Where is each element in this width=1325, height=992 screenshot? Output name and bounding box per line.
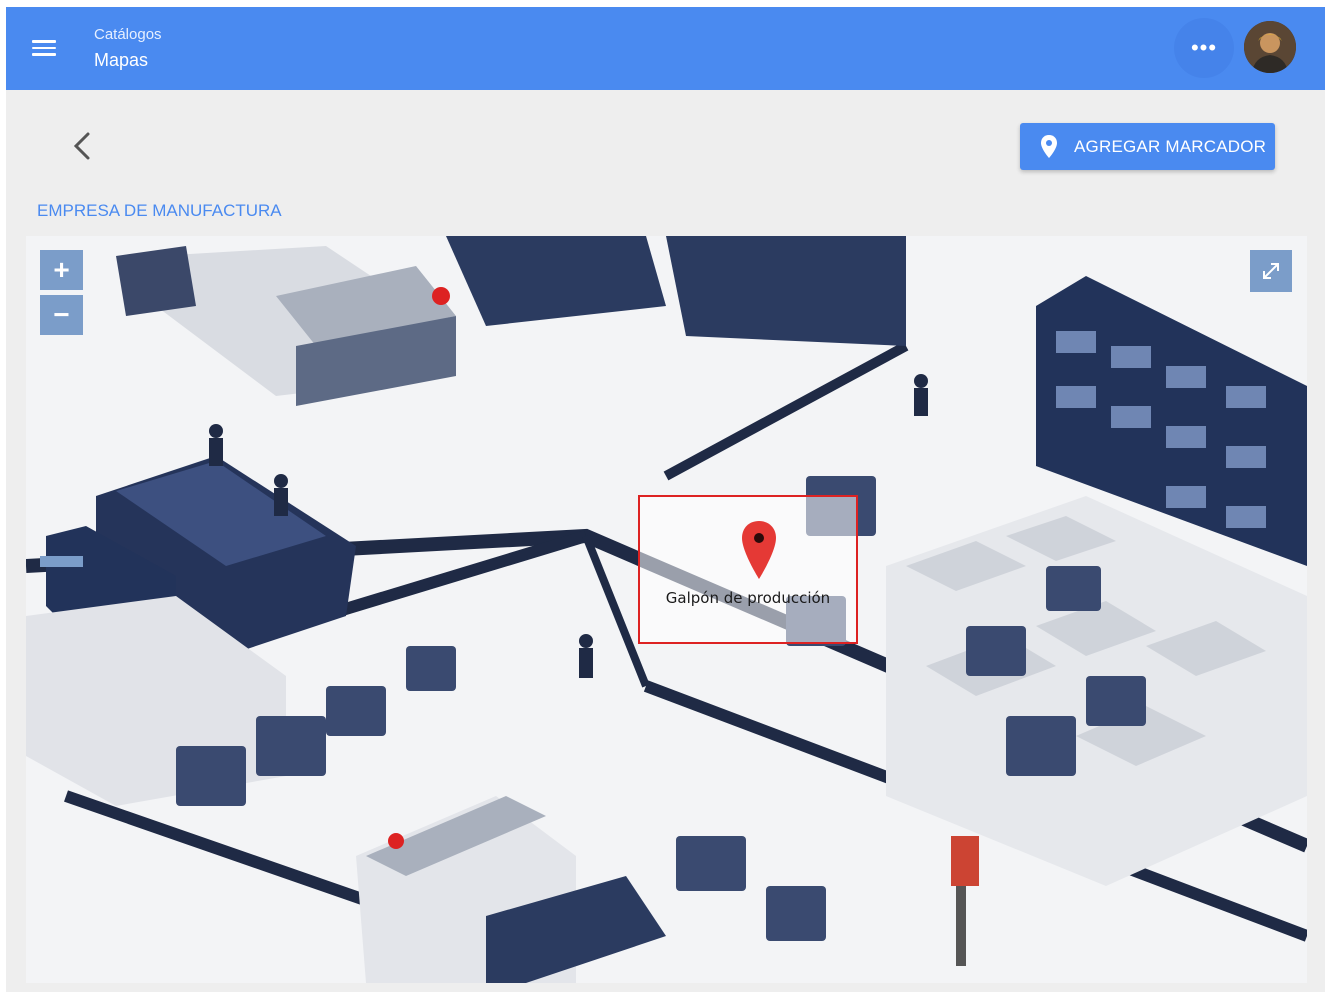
marker-highlight: Galpón de producción (638, 495, 858, 644)
add-marker-button[interactable]: AGREGAR MARCADOR (1020, 123, 1275, 170)
marker-pin-shape (742, 521, 776, 579)
avatar-image (1244, 21, 1296, 73)
user-avatar[interactable] (1244, 21, 1296, 73)
top-app-bar: Catálogos Mapas ••• (6, 7, 1325, 90)
zoom-out-button[interactable]: − (40, 295, 83, 335)
floor-plan-map[interactable]: + − Galpón de producción (26, 236, 1307, 983)
breadcrumb-parent[interactable]: Catálogos (94, 26, 162, 43)
chevron-left-icon (73, 132, 90, 160)
company-name: EMPRESA DE MANUFACTURA (37, 201, 282, 220)
hamburger-menu-icon[interactable] (32, 33, 64, 63)
add-marker-label: AGREGAR MARCADOR (1074, 136, 1267, 156)
more-options-button[interactable]: ••• (1174, 18, 1234, 78)
map-marker-label[interactable]: Galpón de producción (640, 589, 856, 607)
fullscreen-button[interactable] (1250, 250, 1292, 292)
expand-icon (1263, 263, 1279, 279)
app-frame: Catálogos Mapas ••• AGREGAR MARCADOR EMP… (6, 7, 1325, 992)
back-button[interactable] (62, 124, 102, 168)
page-title: Mapas (94, 50, 149, 70)
map-marker-pin-icon[interactable] (740, 519, 778, 581)
map-pin-icon (1041, 134, 1057, 158)
zoom-in-button[interactable]: + (40, 250, 83, 290)
map-side-handle[interactable] (40, 556, 83, 567)
